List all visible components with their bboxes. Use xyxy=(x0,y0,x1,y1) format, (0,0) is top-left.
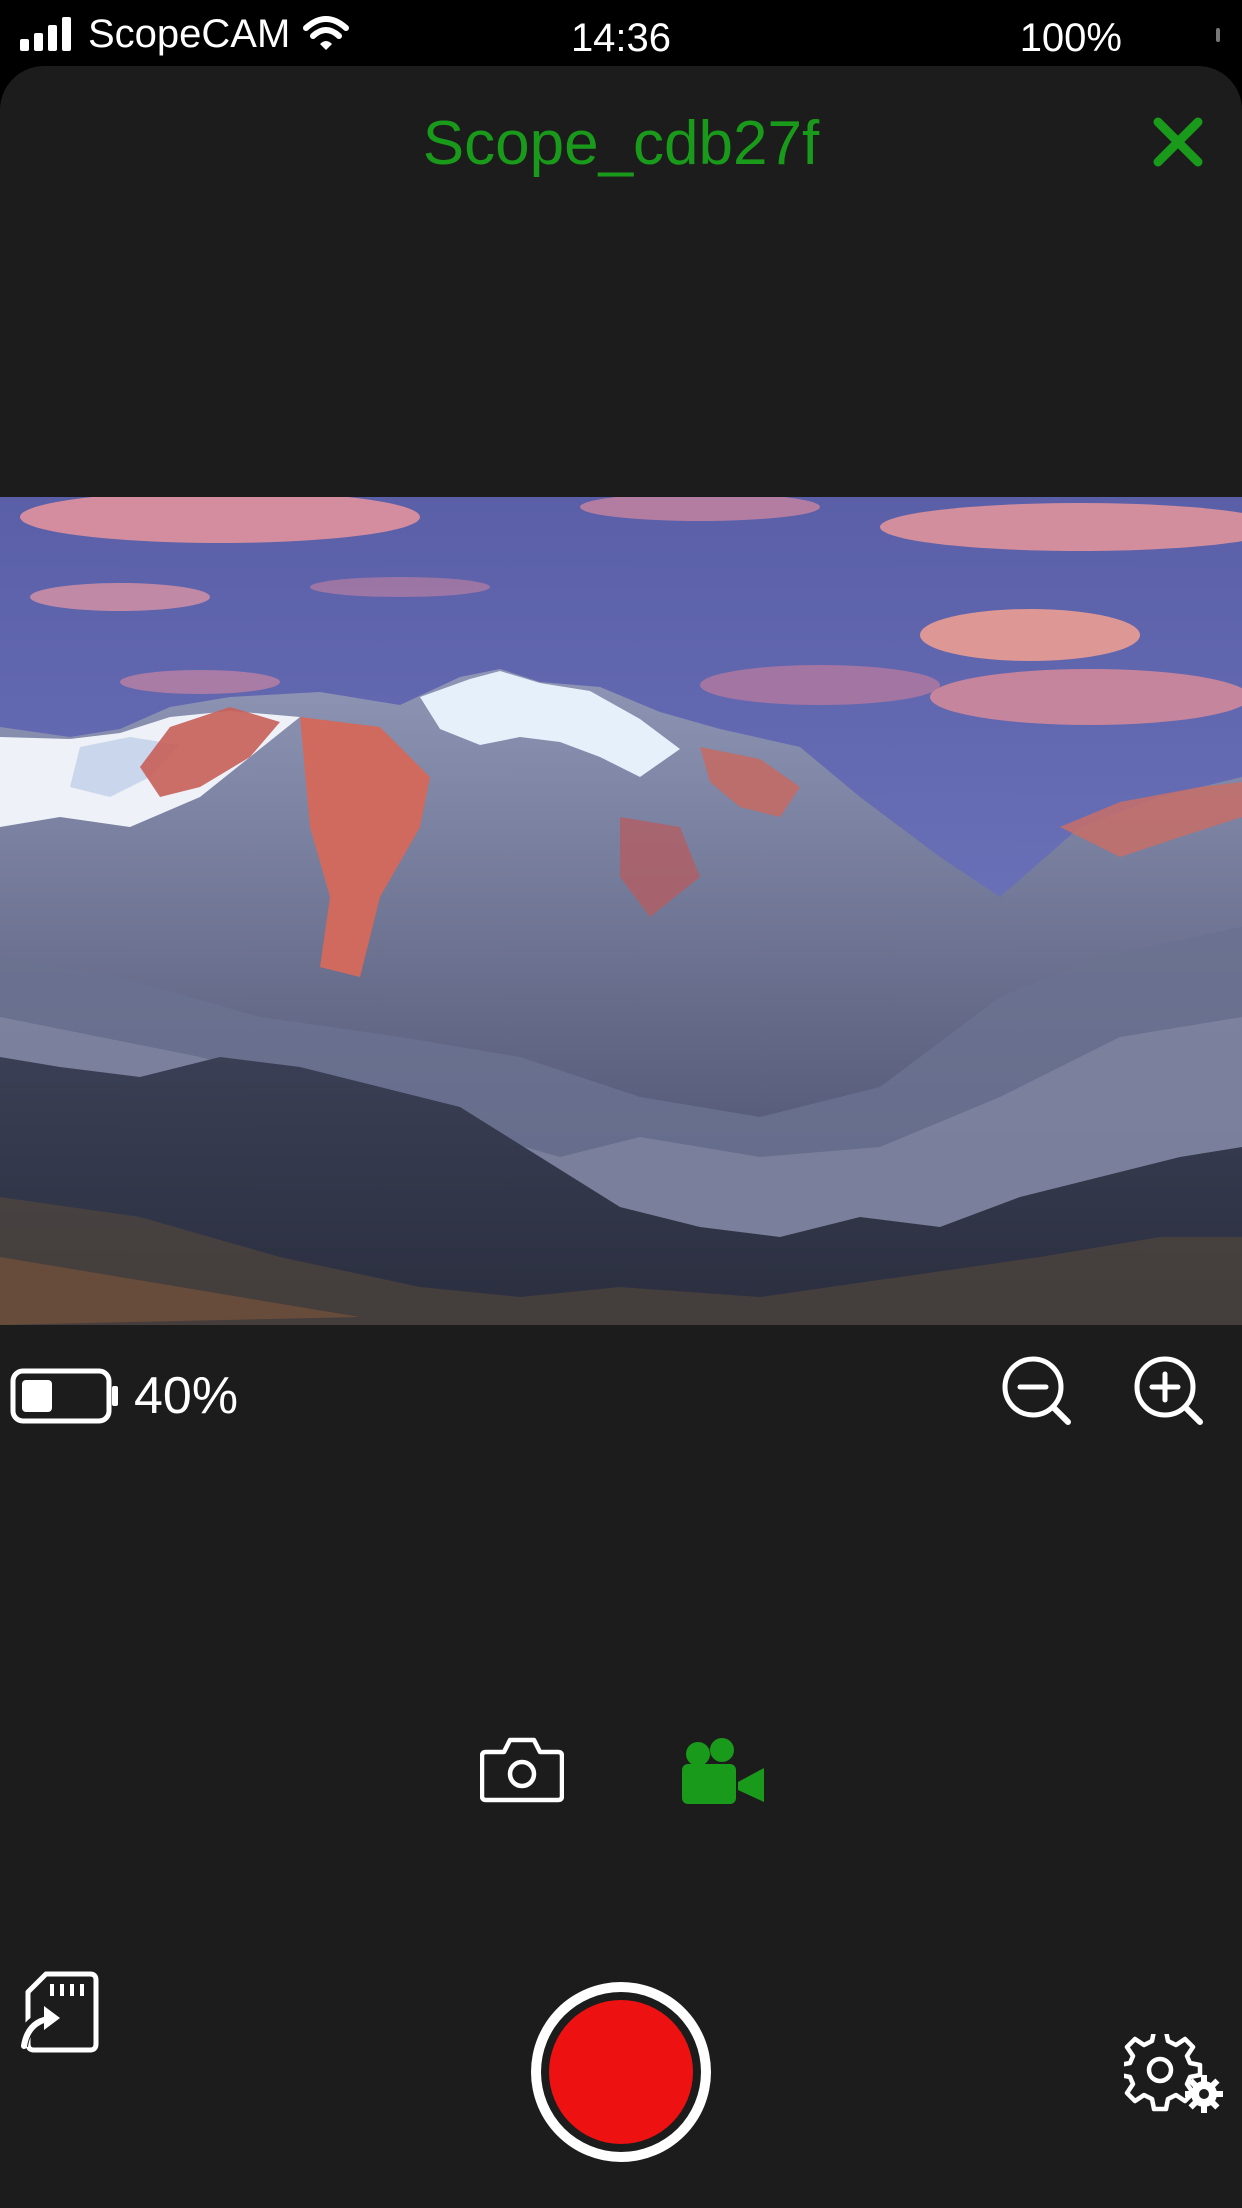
status-battery-percent: 100% xyxy=(1019,16,1122,60)
camera-preview[interactable] xyxy=(0,497,1242,1325)
battery-level-label: 40% xyxy=(134,1367,239,1425)
status-battery-icon xyxy=(1216,28,1220,42)
zoom-out-icon[interactable] xyxy=(1000,1354,1074,1428)
device-battery: 40% xyxy=(10,1366,238,1426)
sd-card-export-icon[interactable] xyxy=(20,1970,104,2054)
video-camera-icon[interactable] xyxy=(678,1738,766,1806)
zoom-in-icon[interactable] xyxy=(1132,1354,1206,1428)
status-bar: ScopeCAM 14:36 100% xyxy=(0,0,1242,66)
camera-icon[interactable] xyxy=(480,1734,564,1804)
record-button-ring xyxy=(541,1992,701,2152)
record-button[interactable] xyxy=(531,1982,711,2162)
battery-icon xyxy=(10,1368,118,1424)
close-icon[interactable] xyxy=(1150,114,1206,170)
gear-icon[interactable] xyxy=(1124,2034,1224,2114)
page-title: Scope_cdb27f xyxy=(422,109,820,178)
record-icon xyxy=(549,2000,693,2144)
